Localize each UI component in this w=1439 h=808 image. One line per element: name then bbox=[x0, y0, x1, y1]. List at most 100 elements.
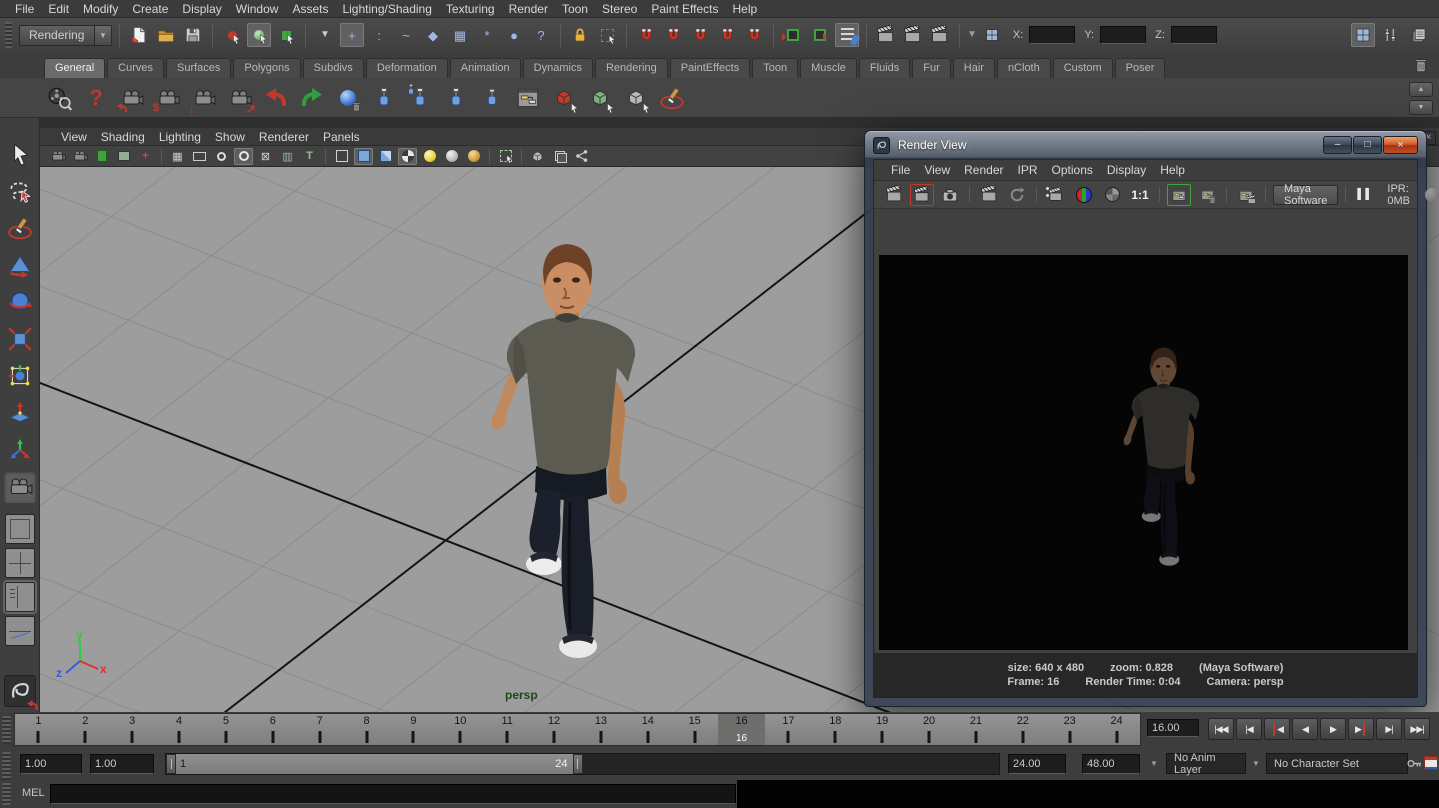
gate-mask-icon[interactable] bbox=[234, 148, 253, 165]
renderer-select-button[interactable]: Maya Software bbox=[1273, 185, 1338, 205]
select-curves-mask-button[interactable]: ~ bbox=[394, 23, 418, 47]
shelf-tab[interactable]: Fur bbox=[912, 58, 951, 78]
menu-item[interactable]: Edit bbox=[41, 1, 76, 17]
timeline-frame[interactable]: 13 bbox=[578, 714, 625, 745]
one-to-one-zoom-button[interactable]: 1:1 bbox=[1128, 184, 1152, 206]
command-feedback-area[interactable] bbox=[737, 780, 1439, 808]
select-points-mask-button[interactable]: : bbox=[367, 23, 391, 47]
mel-command-input[interactable] bbox=[50, 784, 736, 804]
shelf-tab[interactable]: General bbox=[44, 58, 105, 78]
channel-box-toggle[interactable] bbox=[1407, 23, 1431, 47]
safe-title-icon[interactable]: T bbox=[300, 148, 319, 165]
select-dynamics-mask-button[interactable]: * bbox=[475, 23, 499, 47]
timeline-frame[interactable]: 9 bbox=[390, 714, 437, 745]
x-coordinate-input[interactable] bbox=[1029, 26, 1075, 44]
shelf-tab[interactable]: Polygons bbox=[233, 58, 300, 78]
shelf-tab[interactable]: Poser bbox=[1115, 58, 1166, 78]
shelf-tab[interactable]: nCloth bbox=[997, 58, 1051, 78]
node-connection-icon-4[interactable] bbox=[476, 82, 508, 114]
auto-keyframe-toggle-icon[interactable] bbox=[1424, 756, 1438, 770]
select-tool-button[interactable] bbox=[4, 138, 36, 170]
soft-modification-tool-button[interactable] bbox=[4, 397, 36, 429]
step-forward-key-button[interactable]: ▶| bbox=[1376, 718, 1402, 740]
show-manipulator-tool-button[interactable] bbox=[4, 434, 36, 466]
node-connection-icon-2[interactable] bbox=[404, 82, 436, 114]
select-rendering-mask-button[interactable]: ● bbox=[502, 23, 526, 47]
field-collapse-icon[interactable]: ▼ bbox=[967, 30, 977, 40]
select-all-mask-button[interactable]: + bbox=[340, 23, 364, 47]
resolution-gate-icon[interactable] bbox=[212, 148, 231, 165]
shelf-tab[interactable]: Fluids bbox=[859, 58, 910, 78]
animation-start-input[interactable] bbox=[20, 754, 82, 774]
timeline-frame[interactable]: 2 bbox=[62, 714, 109, 745]
selection-mask-dropdown[interactable]: ▼ bbox=[313, 23, 337, 47]
timeline-frame[interactable]: 4 bbox=[156, 714, 203, 745]
shelf-tab[interactable]: Toon bbox=[752, 58, 798, 78]
redo-previous-render-button[interactable] bbox=[882, 184, 906, 206]
pause-ipr-icon[interactable]: ▌▌ bbox=[1353, 184, 1377, 206]
grid-toggle-icon[interactable]: ▦ bbox=[168, 148, 187, 165]
lasso-tool-button[interactable] bbox=[4, 175, 36, 207]
timeline-frame[interactable]: 23 bbox=[1046, 714, 1093, 745]
render-view-menu-item[interactable]: Options bbox=[1045, 162, 1100, 178]
select-object-mode-button[interactable] bbox=[247, 23, 271, 47]
timeline-frame[interactable]: 10 bbox=[437, 714, 484, 745]
use-all-lights-icon[interactable] bbox=[398, 148, 417, 165]
open-render-settings-button[interactable] bbox=[1167, 184, 1191, 206]
new-scene-button[interactable] bbox=[127, 23, 151, 47]
select-component-mode-button[interactable] bbox=[274, 23, 298, 47]
shelf-scroll-down-icon[interactable]: ▼ bbox=[1409, 100, 1433, 115]
anim-layer-dropdown-icon[interactable]: ▼ bbox=[1150, 759, 1158, 768]
camera-dolly-down-icon[interactable]: ↓ bbox=[188, 82, 220, 114]
select-ipr-region-button[interactable] bbox=[1044, 184, 1068, 206]
timeline-frame[interactable]: 19 bbox=[859, 714, 906, 745]
anim-layer-select[interactable]: No Anim Layer bbox=[1166, 753, 1246, 774]
shelf-tab[interactable]: PaintEffects bbox=[670, 58, 751, 78]
play-forwards-button[interactable]: ▶ bbox=[1320, 718, 1346, 740]
rgb-channels-button[interactable] bbox=[1072, 184, 1096, 206]
shelf-tab[interactable]: Animation bbox=[450, 58, 521, 78]
highlight-selection-button[interactable] bbox=[595, 23, 619, 47]
timeline-frame[interactable]: 15 bbox=[671, 714, 718, 745]
render-current-frame-button[interactable] bbox=[874, 23, 898, 47]
snap-to-grid-button[interactable] bbox=[634, 23, 658, 47]
range-end-handle[interactable] bbox=[573, 754, 583, 774]
minimize-button[interactable]: – bbox=[1323, 136, 1352, 154]
camera-orbit-icon[interactable] bbox=[116, 82, 148, 114]
open-scene-button[interactable] bbox=[154, 23, 178, 47]
safe-action-icon[interactable]: ▥ bbox=[278, 148, 297, 165]
timeline-frame[interactable]: 16 16 bbox=[718, 714, 765, 745]
render-view-menu-item[interactable]: IPR bbox=[1011, 162, 1045, 178]
go-to-start-button[interactable]: |◀◀ bbox=[1208, 718, 1234, 740]
timeline-frame[interactable]: 22 bbox=[999, 714, 1046, 745]
lock-selection-button[interactable] bbox=[568, 23, 592, 47]
character-model[interactable] bbox=[460, 230, 680, 670]
timeline-frame[interactable]: 7 bbox=[296, 714, 343, 745]
camera-attributes-icon[interactable] bbox=[70, 148, 89, 165]
timeline-frame[interactable]: 14 bbox=[624, 714, 671, 745]
viewport-menu-item[interactable]: Renderer bbox=[252, 129, 316, 145]
render-view-menu-item[interactable]: Display bbox=[1100, 162, 1153, 178]
textured-mode-icon[interactable] bbox=[376, 148, 395, 165]
help-question-icon[interactable]: ? bbox=[80, 82, 112, 114]
select-red-cube-icon[interactable] bbox=[548, 82, 580, 114]
play-backwards-button[interactable]: ◀ bbox=[1292, 718, 1318, 740]
close-button[interactable]: × bbox=[1383, 136, 1418, 154]
render-settings-button[interactable] bbox=[928, 23, 952, 47]
film-gate-icon[interactable] bbox=[190, 148, 209, 165]
playblast-icon[interactable] bbox=[44, 82, 76, 114]
animation-end-input[interactable] bbox=[1082, 754, 1140, 774]
menu-item[interactable]: Window bbox=[229, 1, 286, 17]
redo-icon[interactable] bbox=[296, 82, 328, 114]
snap-to-view-plane-button[interactable] bbox=[715, 23, 739, 47]
step-back-key-button[interactable]: |◀ bbox=[1236, 718, 1262, 740]
menu-item[interactable]: File bbox=[8, 1, 41, 17]
playback-end-input[interactable] bbox=[1008, 754, 1066, 774]
menu-item[interactable]: Help bbox=[726, 1, 765, 17]
shelf-tab[interactable]: Subdivs bbox=[303, 58, 364, 78]
go-to-end-button[interactable]: ▶▶| bbox=[1404, 718, 1430, 740]
set-key-icon[interactable] bbox=[1406, 755, 1423, 772]
camera-track-icon[interactable]: $ bbox=[152, 82, 184, 114]
select-misc-mask-button[interactable]: ? bbox=[529, 23, 553, 47]
menu-item[interactable]: Modify bbox=[76, 1, 125, 17]
